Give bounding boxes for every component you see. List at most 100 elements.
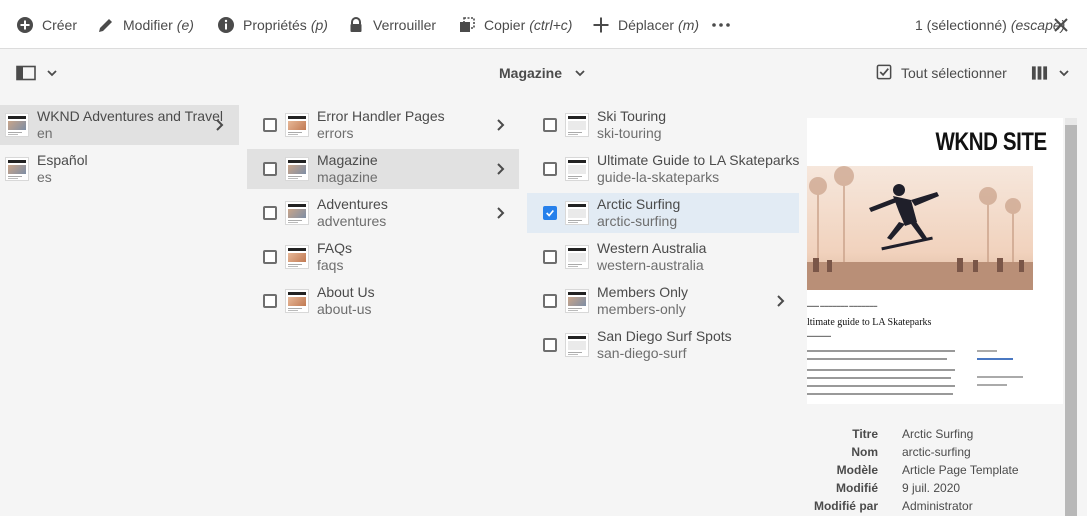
- select-checkbox[interactable]: [543, 250, 557, 264]
- page-thumbnail: [5, 113, 29, 137]
- chevron-down-icon: [47, 69, 57, 76]
- item-title: FAQs: [317, 240, 353, 256]
- create-button[interactable]: Créer: [16, 0, 77, 49]
- item-title: Error Handler Pages: [317, 108, 445, 124]
- item-title: About Us: [317, 284, 375, 300]
- select-checkbox[interactable]: [263, 250, 277, 264]
- lock-icon: [350, 16, 362, 32]
- chevron-right-icon: [216, 119, 224, 131]
- lock-button[interactable]: Verrouiller: [347, 0, 436, 49]
- move-shortcut: (m): [678, 16, 700, 33]
- list-item[interactable]: Members Only members-only: [527, 281, 799, 321]
- edit-icon: [99, 18, 112, 32]
- list-item-selected[interactable]: Arctic Surfing arctic-surfing: [527, 193, 799, 233]
- list-item[interactable]: Ski Touring ski-touring: [527, 105, 799, 145]
- item-name: es: [37, 169, 52, 185]
- properties-shortcut: (p): [310, 16, 328, 33]
- list-item[interactable]: Adventures adventures: [247, 193, 519, 233]
- select-checkbox[interactable]: [263, 206, 277, 220]
- chevron-right-icon: [497, 207, 505, 219]
- list-item[interactable]: About Us about-us: [247, 281, 519, 321]
- meta-key: Titre: [852, 427, 878, 441]
- meta-value: 9 juil. 2020: [902, 481, 961, 495]
- rail-toggle-button[interactable]: [16, 49, 58, 96]
- list-item[interactable]: Magazine magazine: [247, 149, 519, 189]
- column-magazine: Ski Touring ski-touring Ultimate Guide t…: [527, 96, 799, 516]
- item-name: guide-la-skateparks: [597, 169, 720, 185]
- close-selection-button[interactable]: [1053, 0, 1069, 49]
- meta-value: Administrator: [902, 499, 973, 513]
- properties-button[interactable]: Propriétés (p): [217, 0, 328, 49]
- select-checkbox[interactable]: [263, 294, 277, 308]
- list-item[interactable]: FAQs faqs: [247, 237, 519, 277]
- item-name: ski-touring: [597, 125, 662, 141]
- preview-text-line: [807, 350, 955, 352]
- list-item[interactable]: Error Handler Pages errors: [247, 105, 519, 145]
- column-sites: WKND Adventures and Travel en Español es: [0, 96, 240, 516]
- copy-icon: [460, 16, 475, 32]
- item-title: Magazine: [317, 152, 378, 168]
- preview-article-heading: ltimate guide to LA Skateparks: [807, 317, 932, 328]
- select-all-label: Tout sélectionner: [901, 64, 1007, 81]
- select-checkbox[interactable]: [263, 118, 277, 132]
- page-thumbnail: [565, 289, 589, 313]
- list-item[interactable]: Ultimate Guide to LA Skateparks guide-la…: [527, 149, 799, 189]
- page-preview: WKND SITE ▬▬▬ ▬▬▬▬▬▬▬ ▬▬▬▬▬▬▬ ltimate gu…: [807, 118, 1063, 404]
- page-thumbnail: [285, 157, 309, 181]
- item-title: Members Only: [597, 284, 689, 300]
- scrollbar-thumb[interactable]: [1065, 125, 1077, 516]
- list-item[interactable]: San Diego Surf Spots san-diego-surf: [527, 325, 799, 365]
- lock-label: Verrouiller: [373, 16, 437, 33]
- view-switcher[interactable]: [1031, 49, 1070, 96]
- title-dropdown[interactable]: Magazine: [499, 49, 586, 96]
- copy-shortcut: (ctrl+c): [529, 16, 573, 33]
- page-thumbnail: [565, 333, 589, 357]
- modify-shortcut: (e): [176, 16, 194, 33]
- meta-value: Arctic Surfing: [902, 427, 974, 441]
- meta-row-modified: Modifié 9 juil. 2020: [807, 479, 1063, 497]
- select-checkbox[interactable]: [543, 162, 557, 176]
- page-thumbnail: [565, 113, 589, 137]
- page-thumbnail: [285, 201, 309, 225]
- page-thumbnail: [285, 245, 309, 269]
- page-thumbnail: [565, 245, 589, 269]
- header-bar: Magazine Tout sélectionner: [0, 49, 1087, 96]
- preview-side-line: [977, 384, 1007, 386]
- move-button[interactable]: Déplacer (m): [592, 0, 699, 49]
- move-label: Déplacer: [618, 16, 675, 33]
- page-thumbnail: [285, 113, 309, 137]
- meta-row-title: Titre Arctic Surfing: [807, 425, 1063, 443]
- select-checkbox[interactable]: [543, 338, 557, 352]
- copy-button[interactable]: Copier (ctrl+c): [458, 0, 572, 49]
- chevron-down-icon: [1059, 69, 1069, 76]
- item-title: Adventures: [317, 196, 388, 212]
- select-checkbox[interactable]: [543, 206, 557, 220]
- add-circle-icon: [17, 16, 33, 33]
- selection-status: 1 (sélectionné) (escape): [915, 0, 1065, 49]
- selection-count: 1 (sélectionné): [915, 16, 1007, 33]
- meta-row-template: Modèle Article Page Template: [807, 461, 1063, 479]
- select-checkbox[interactable]: [263, 162, 277, 176]
- meta-value: Article Page Template: [902, 463, 1019, 477]
- select-all-button[interactable]: Tout sélectionner: [876, 49, 1007, 96]
- modify-button[interactable]: Modifier (e): [97, 0, 194, 49]
- item-name: western-australia: [597, 257, 704, 273]
- column-view-icon: [1031, 65, 1048, 80]
- chevron-right-icon: [497, 119, 505, 131]
- select-checkbox[interactable]: [543, 294, 557, 308]
- site-logo: WKND SITE: [935, 128, 1048, 156]
- list-item[interactable]: Western Australia western-australia: [527, 237, 799, 277]
- page-thumbnail: [285, 289, 309, 313]
- select-checkbox[interactable]: [543, 118, 557, 132]
- item-name: members-only: [597, 301, 686, 317]
- item-title: San Diego Surf Spots: [597, 328, 732, 344]
- preview-hero-image: [807, 166, 1033, 290]
- preview-share-buttons: [977, 358, 1013, 360]
- more-actions-button[interactable]: [711, 0, 739, 49]
- chevron-down-icon: [575, 69, 585, 76]
- meta-key: Modifié: [836, 481, 878, 495]
- preview-text-line: [807, 377, 951, 379]
- list-item[interactable]: WKND Adventures and Travel en: [0, 105, 239, 145]
- item-title: Ultimate Guide to LA Skateparks: [597, 152, 800, 168]
- list-item[interactable]: Español es: [0, 149, 239, 189]
